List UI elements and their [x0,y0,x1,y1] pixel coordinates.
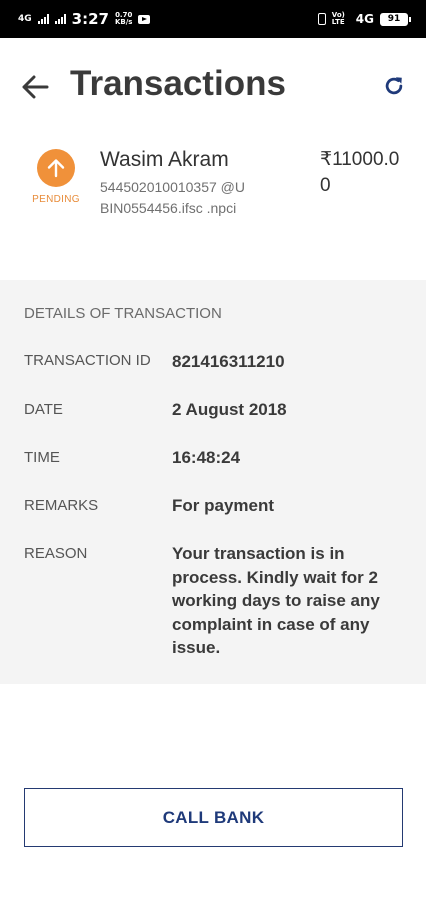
transaction-id-value: 821416311210 [172,352,285,371]
date-label: DATE [24,401,63,418]
reason-value: Your transaction is in process. Kindly w… [172,544,380,657]
arrow-up-icon [47,159,65,178]
battery-icon: 91 [380,12,411,26]
network-speed: 0.70 KB/s [115,12,132,26]
transaction-details: DETAILS OF TRANSACTION TRANSACTION ID 82… [0,280,426,684]
clock: 3:27 [71,10,109,28]
network-speed-unit: KB/s [114,18,133,26]
refresh-button[interactable] [380,72,408,100]
remarks-value: For payment [172,496,275,515]
network-type-right: 4G [355,12,374,26]
page-title: Transactions [70,64,286,103]
call-bank-button[interactable]: CALL BANK [24,788,403,847]
status-bar: 4G 3:27 0.70 KB/s Vo) LTE 4G 91 [0,0,426,38]
signal-icon [37,14,49,24]
status-bar-left: 4G 3:27 0.70 KB/s [18,10,151,28]
signal-icon-secondary [54,14,66,24]
battery-level: 91 [387,14,401,24]
status-bar-right: Vo) LTE 4G 91 [317,11,411,26]
vibrate-icon [317,13,326,25]
payee-name: Wasim Akram [100,148,229,171]
app-header: Transactions [0,38,426,134]
transaction-amount: ₹11000.00 [320,149,400,196]
network-type-left: 4G [18,13,32,24]
pending-status-icon [37,149,75,187]
date-value: 2 August 2018 [172,400,287,419]
payee-account: 544502010010357 @UBIN0554456.ifsc .npci [100,179,246,216]
remarks-label: REMARKS [24,497,99,514]
back-button[interactable] [18,70,52,104]
youtube-icon [138,14,151,24]
transaction-summary: PENDING Wasim Akram 544502010010357 @UBI… [0,134,426,280]
transaction-id-label: TRANSACTION ID [24,352,151,369]
time-label: TIME [24,449,60,466]
time-value: 16:48:24 [172,448,241,467]
arrow-left-icon [22,75,49,99]
refresh-icon [385,77,403,95]
status-label: PENDING [32,194,80,205]
volte-indicator: Vo) LTE [331,11,345,26]
details-heading: DETAILS OF TRANSACTION [24,305,222,322]
reason-label: REASON [24,545,88,562]
